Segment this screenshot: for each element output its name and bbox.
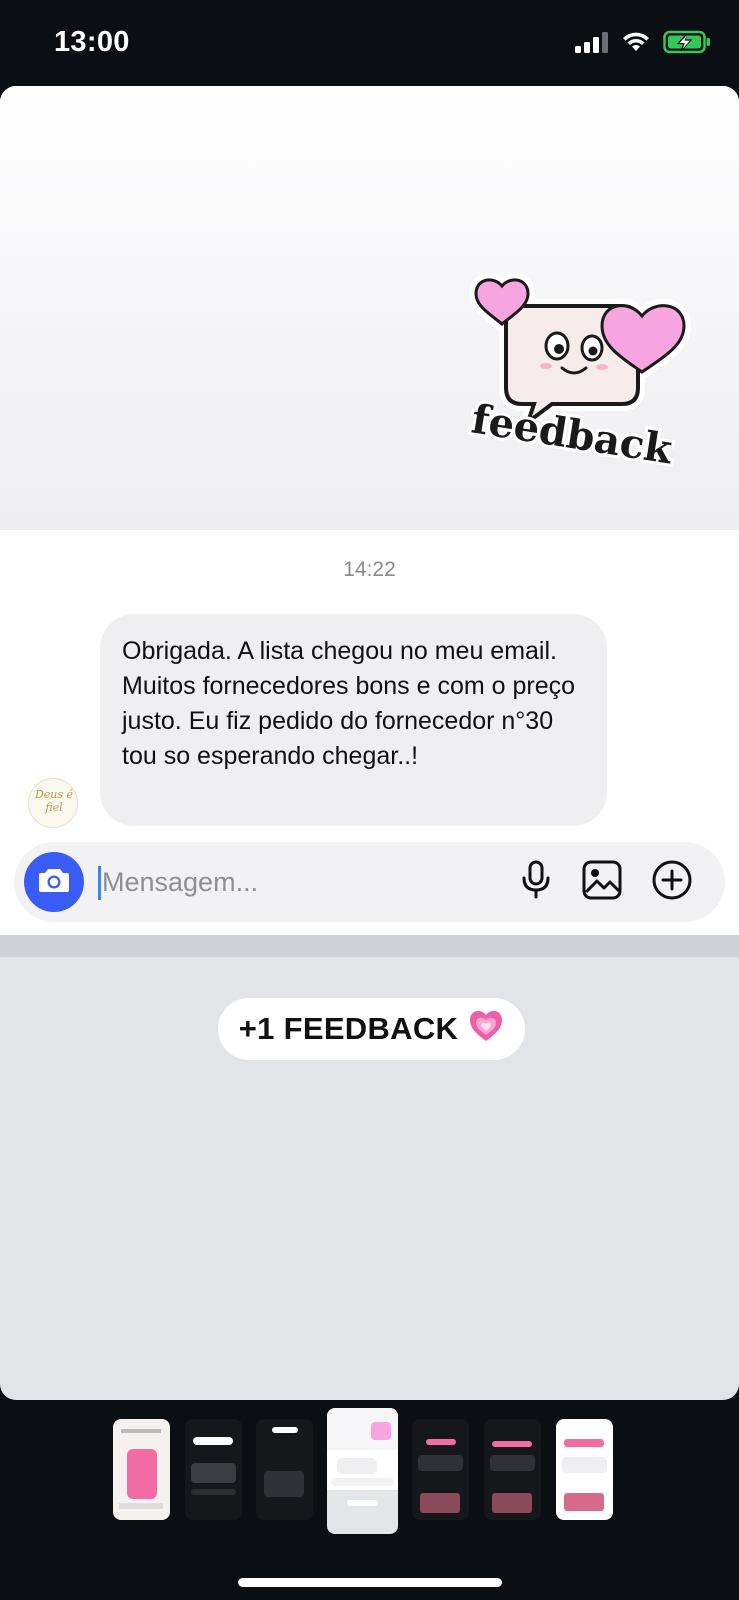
signal-icon (575, 31, 609, 58)
chat-screenshot: 14:22 Obrigada. A lista chegou no meu em… (0, 530, 739, 935)
story-thumbnail-selected[interactable] (327, 1408, 398, 1534)
message-input[interactable] (102, 862, 402, 902)
feedback-sticker: feedback (462, 272, 712, 482)
message-bubble: Obrigada. A lista chegou no meu email. M… (100, 614, 607, 826)
story-thumbnail[interactable] (113, 1419, 170, 1520)
gallery-icon (582, 860, 622, 905)
message-text: Obrigada. A lista chegou no meu email. M… (122, 637, 576, 770)
story-thumbnail[interactable] (256, 1419, 313, 1520)
camera-button[interactable] (24, 852, 84, 912)
status-bar: 13:00 (0, 0, 739, 86)
wifi-icon (621, 31, 651, 58)
growing-heart-icon (468, 1008, 504, 1050)
story-thumbnail[interactable] (556, 1419, 613, 1520)
story-canvas: feedback 14:22 Obrigada. A lista chegou … (0, 86, 739, 1400)
clock: 13:00 (54, 26, 130, 58)
message-timestamp: 14:22 (343, 558, 396, 581)
microphone-icon (520, 860, 552, 905)
story-background: feedback (0, 86, 739, 530)
text-caret (98, 866, 101, 900)
microphone-button[interactable] (516, 860, 556, 905)
battery-charging-icon (663, 30, 711, 59)
story-thumbnail[interactable] (484, 1419, 541, 1520)
divider-strip (0, 935, 739, 957)
home-indicator[interactable] (238, 1578, 502, 1587)
story-thumbnails (0, 1400, 739, 1540)
message-composer (14, 842, 725, 922)
add-circle-icon (652, 860, 692, 905)
feedback-banner: +1 FEEDBACK (218, 998, 525, 1060)
status-icons (575, 30, 711, 59)
camera-icon (37, 866, 71, 899)
feedback-banner-label: +1 FEEDBACK (238, 1011, 459, 1046)
avatar-text: Deus é fiel (34, 788, 74, 814)
story-thumbnail[interactable] (185, 1419, 242, 1520)
avatar[interactable]: Deus é fiel (28, 778, 78, 828)
add-button[interactable] (652, 860, 692, 905)
gallery-button[interactable] (582, 860, 622, 905)
story-thumbnail[interactable] (412, 1419, 469, 1520)
